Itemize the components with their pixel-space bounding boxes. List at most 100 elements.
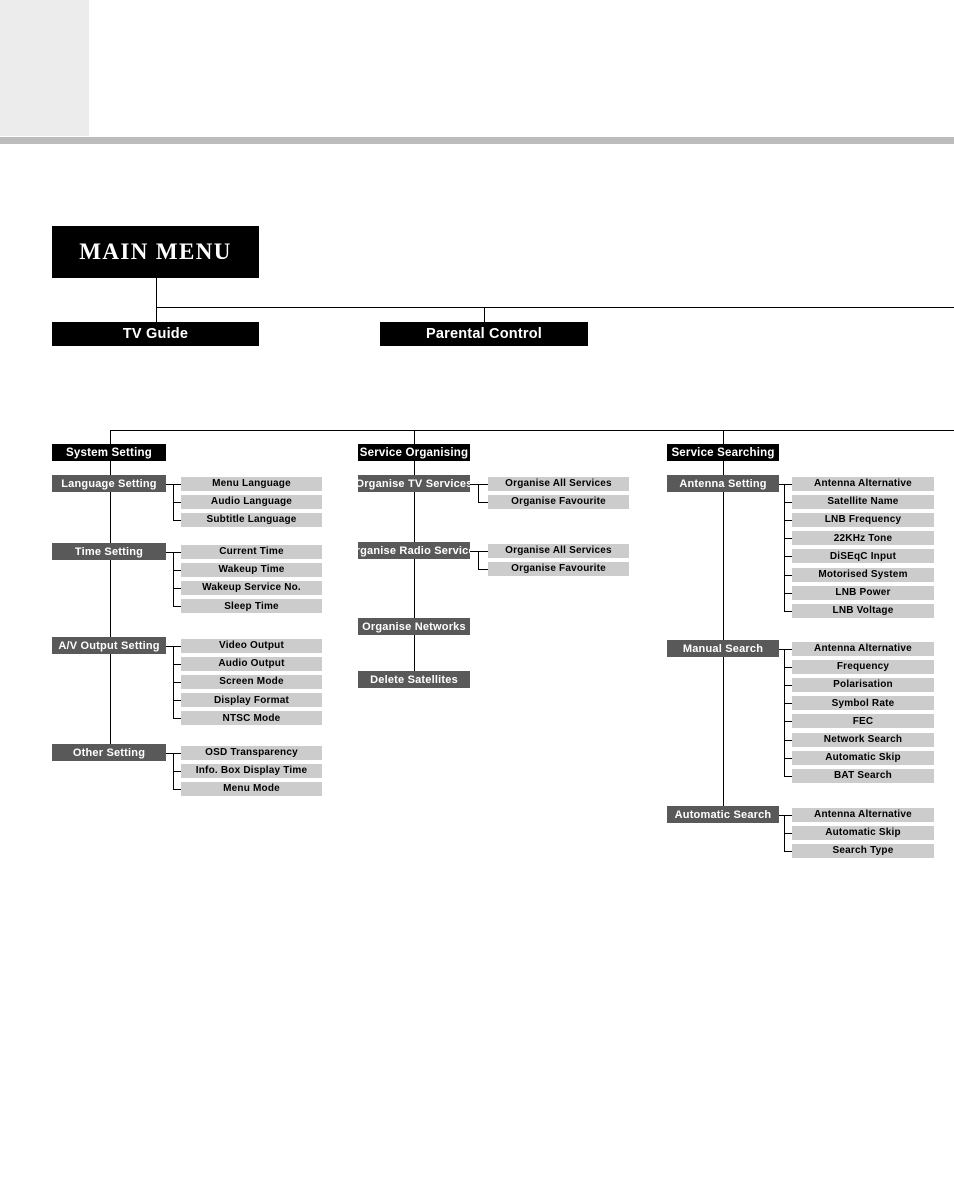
connector-leaf-other-setting-2 (173, 789, 181, 790)
group-antenna-setting[interactable]: Antenna Setting (667, 475, 779, 492)
item-other-setting-info-box-display-time[interactable]: Info. Box Display Time (181, 763, 322, 778)
node-parental-control[interactable]: Parental Control (380, 322, 588, 346)
connector-leaf-a-v-output-setting-0 (173, 646, 181, 647)
connector-leaf-organise-tv-services-1 (478, 502, 488, 503)
item-organise-radio-services-organise-all-services[interactable]: Organise All Services (488, 543, 629, 558)
drop-line-col2 (414, 430, 415, 444)
item-a-v-output-setting-screen-mode[interactable]: Screen Mode (181, 674, 322, 689)
connector-leaf-automatic-search-2 (784, 851, 792, 852)
connector-leaf-antenna-setting-5 (784, 575, 792, 576)
connector-stub-time-setting (166, 552, 173, 553)
item-a-v-output-setting-audio-output[interactable]: Audio Output (181, 656, 322, 671)
connector-spine-organise-radio-services (478, 551, 479, 569)
item-a-v-output-setting-display-format[interactable]: Display Format (181, 693, 322, 708)
group-organise-networks[interactable]: Organise Networks (358, 618, 470, 635)
item-organise-tv-services-organise-favourite[interactable]: Organise Favourite (488, 494, 629, 509)
item-automatic-search-search-type[interactable]: Search Type (792, 843, 934, 858)
item-automatic-search-automatic-skip[interactable]: Automatic Skip (792, 825, 934, 840)
connector-stub-language-setting (166, 484, 173, 485)
item-manual-search-bat-search[interactable]: BAT Search (792, 768, 934, 783)
group-other-setting[interactable]: Other Setting (52, 744, 166, 761)
item-manual-search-automatic-skip[interactable]: Automatic Skip (792, 750, 934, 765)
item-time-setting-current-time[interactable]: Current Time (181, 544, 322, 559)
item-antenna-setting-lnb-frequency[interactable]: LNB Frequency (792, 512, 934, 527)
group-delete-satellites[interactable]: Delete Satellites (358, 671, 470, 688)
item-manual-search-fec[interactable]: FEC (792, 714, 934, 729)
item-manual-search-symbol-rate[interactable]: Symbol Rate (792, 696, 934, 711)
connector-leaf-manual-search-6 (784, 758, 792, 759)
connector-leaf-antenna-setting-7 (784, 611, 792, 612)
item-antenna-setting-antenna-alternative[interactable]: Antenna Alternative (792, 476, 934, 491)
column-header-service-organising[interactable]: Service Organising (358, 444, 470, 461)
group-language-setting[interactable]: Language Setting (52, 475, 166, 492)
connector-leaf-a-v-output-setting-1 (173, 664, 181, 665)
bus-line-level1 (156, 307, 954, 308)
connector-spine-antenna-setting (784, 484, 785, 611)
group-manual-search[interactable]: Manual Search (667, 640, 779, 657)
item-other-setting-osd-transparency[interactable]: OSD Transparency (181, 745, 322, 760)
item-language-setting-menu-language[interactable]: Menu Language (181, 476, 322, 491)
connector-leaf-manual-search-0 (784, 649, 792, 650)
item-time-setting-wakeup-time[interactable]: Wakeup Time (181, 562, 322, 577)
group-organise-radio-services[interactable]: Organise Radio Services (347, 542, 481, 559)
item-antenna-setting-22khz-tone[interactable]: 22KHz Tone (792, 531, 934, 546)
connector-leaf-organise-tv-services-0 (478, 484, 488, 485)
header-divider-rule (0, 137, 954, 144)
item-time-setting-sleep-time[interactable]: Sleep Time (181, 599, 322, 614)
item-language-setting-subtitle-language[interactable]: Subtitle Language (181, 512, 322, 527)
connector-stub-a-v-output-setting (166, 646, 173, 647)
item-antenna-setting-lnb-voltage[interactable]: LNB Voltage (792, 603, 934, 618)
connector-leaf-language-setting-1 (173, 502, 181, 503)
group-organise-tv-services[interactable]: Organise TV Services (355, 475, 472, 492)
connector-leaf-a-v-output-setting-4 (173, 718, 181, 719)
header-corner-block (0, 0, 89, 136)
connector-leaf-antenna-setting-4 (784, 556, 792, 557)
item-manual-search-antenna-alternative[interactable]: Antenna Alternative (792, 641, 934, 656)
main-menu-title: MAIN MENU (52, 226, 259, 278)
item-time-setting-wakeup-service-no[interactable]: Wakeup Service No. (181, 580, 322, 595)
spine-col2 (414, 461, 415, 679)
connector-leaf-other-setting-1 (173, 771, 181, 772)
connector-leaf-manual-search-2 (784, 685, 792, 686)
connector-leaf-manual-search-3 (784, 703, 792, 704)
group-time-setting[interactable]: Time Setting (52, 543, 166, 560)
group-automatic-search[interactable]: Automatic Search (667, 806, 779, 823)
connector-spine-organise-tv-services (478, 484, 479, 502)
spine-col3 (723, 461, 724, 815)
connector-leaf-time-setting-2 (173, 588, 181, 589)
bus-line-level2 (110, 430, 954, 431)
item-antenna-setting-satellite-name[interactable]: Satellite Name (792, 494, 934, 509)
trunk-line-main (156, 278, 157, 322)
item-manual-search-frequency[interactable]: Frequency (792, 659, 934, 674)
item-organise-tv-services-organise-all-services[interactable]: Organise All Services (488, 476, 629, 491)
connector-leaf-manual-search-5 (784, 740, 792, 741)
connector-stub-organise-radio-services (470, 551, 478, 552)
item-organise-radio-services-organise-favourite[interactable]: Organise Favourite (488, 561, 629, 576)
connector-leaf-manual-search-1 (784, 667, 792, 668)
item-other-setting-menu-mode[interactable]: Menu Mode (181, 781, 322, 796)
connector-leaf-language-setting-0 (173, 484, 181, 485)
item-manual-search-polarisation[interactable]: Polarisation (792, 677, 934, 692)
item-antenna-setting-lnb-power[interactable]: LNB Power (792, 585, 934, 600)
column-header-system-setting[interactable]: System Setting (52, 444, 166, 461)
group-a-v-output-setting[interactable]: A/V Output Setting (52, 637, 166, 654)
node-tv-guide[interactable]: TV Guide (52, 322, 259, 346)
connector-leaf-a-v-output-setting-2 (173, 682, 181, 683)
connector-leaf-time-setting-0 (173, 552, 181, 553)
menu-map-page: MAIN MENU TV Guide Parental Control Syst… (0, 0, 954, 1191)
drop-line-parental (484, 307, 485, 322)
column-header-service-searching[interactable]: Service Searching (667, 444, 779, 461)
item-a-v-output-setting-video-output[interactable]: Video Output (181, 638, 322, 653)
item-antenna-setting-diseqc-input[interactable]: DiSEqC Input (792, 549, 934, 564)
drop-line-col1 (110, 430, 111, 444)
item-antenna-setting-motorised-system[interactable]: Motorised System (792, 567, 934, 582)
item-a-v-output-setting-ntsc-mode[interactable]: NTSC Mode (181, 711, 322, 726)
item-manual-search-network-search[interactable]: Network Search (792, 732, 934, 747)
connector-leaf-antenna-setting-2 (784, 520, 792, 521)
item-language-setting-audio-language[interactable]: Audio Language (181, 494, 322, 509)
connector-leaf-antenna-setting-0 (784, 484, 792, 485)
item-automatic-search-antenna-alternative[interactable]: Antenna Alternative (792, 807, 934, 822)
connector-leaf-organise-radio-services-0 (478, 551, 488, 552)
connector-leaf-language-setting-2 (173, 520, 181, 521)
connector-leaf-other-setting-0 (173, 753, 181, 754)
